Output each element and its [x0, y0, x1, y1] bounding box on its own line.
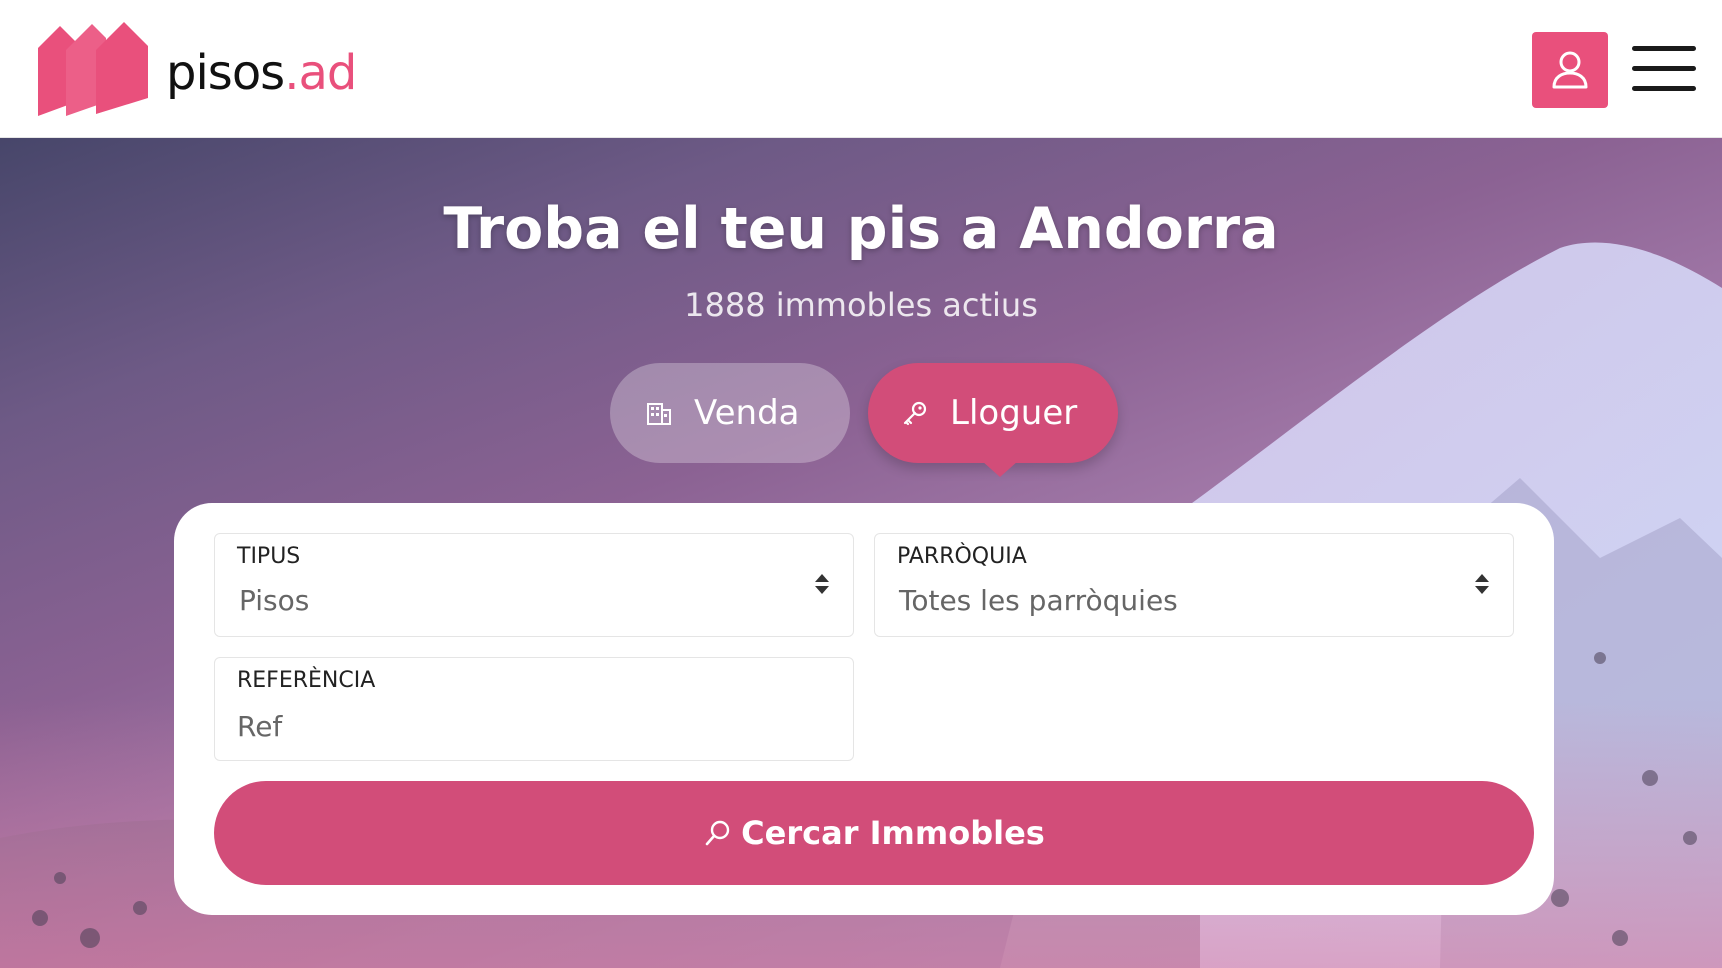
referencia-label: REFERÈNCIA	[237, 668, 376, 693]
parroquia-select[interactable]: PARRÒQUIA Totes les parròquies	[874, 533, 1514, 637]
logo-text: pisos.ad	[166, 45, 357, 101]
active-tab-pointer	[982, 461, 1018, 477]
logo-brand: pisos	[166, 45, 285, 101]
menu-line	[1632, 66, 1696, 71]
building-icon	[644, 398, 674, 428]
parroquia-label: PARRÒQUIA	[897, 544, 1027, 569]
referencia-field: REFERÈNCIA	[214, 657, 854, 761]
search-button[interactable]: Cercar Immobles	[214, 781, 1534, 885]
search-button-label: Cercar Immobles	[741, 814, 1045, 852]
key-icon	[900, 398, 930, 428]
menu-line	[1632, 86, 1696, 91]
hero-section: Troba el teu pis a Andorra 1888 immobles…	[0, 138, 1722, 968]
referencia-input[interactable]	[237, 704, 827, 748]
tab-venda[interactable]: Venda	[610, 363, 850, 463]
select-arrows-icon	[1475, 574, 1489, 594]
logo-tld: .ad	[284, 45, 357, 101]
logo[interactable]: pisos.ad	[36, 20, 396, 120]
tipus-select[interactable]: TIPUS Pisos	[214, 533, 854, 637]
tab-lloguer-label: Lloguer	[950, 393, 1078, 433]
hamburger-menu-icon	[1632, 46, 1696, 51]
active-listings-count: 1888 immobles actius	[684, 286, 1038, 324]
user-account-button[interactable]	[1532, 32, 1608, 108]
logo-mark-icon	[38, 22, 148, 116]
tab-venda-label: Venda	[694, 393, 800, 433]
tipus-label: TIPUS	[237, 544, 301, 569]
tab-lloguer[interactable]: Lloguer	[868, 363, 1118, 463]
tipus-value: Pisos	[239, 584, 310, 617]
search-icon	[703, 818, 733, 848]
hero-title: Troba el teu pis a Andorra	[443, 196, 1279, 262]
site-header: pisos.ad	[0, 0, 1722, 138]
search-card: TIPUS Pisos PARRÒQUIA Totes les parròqui…	[174, 503, 1554, 915]
parroquia-value: Totes les parròquies	[899, 584, 1178, 617]
select-arrows-icon	[815, 574, 829, 594]
hamburger-menu-button[interactable]	[1632, 46, 1696, 92]
user-icon	[1552, 51, 1588, 89]
